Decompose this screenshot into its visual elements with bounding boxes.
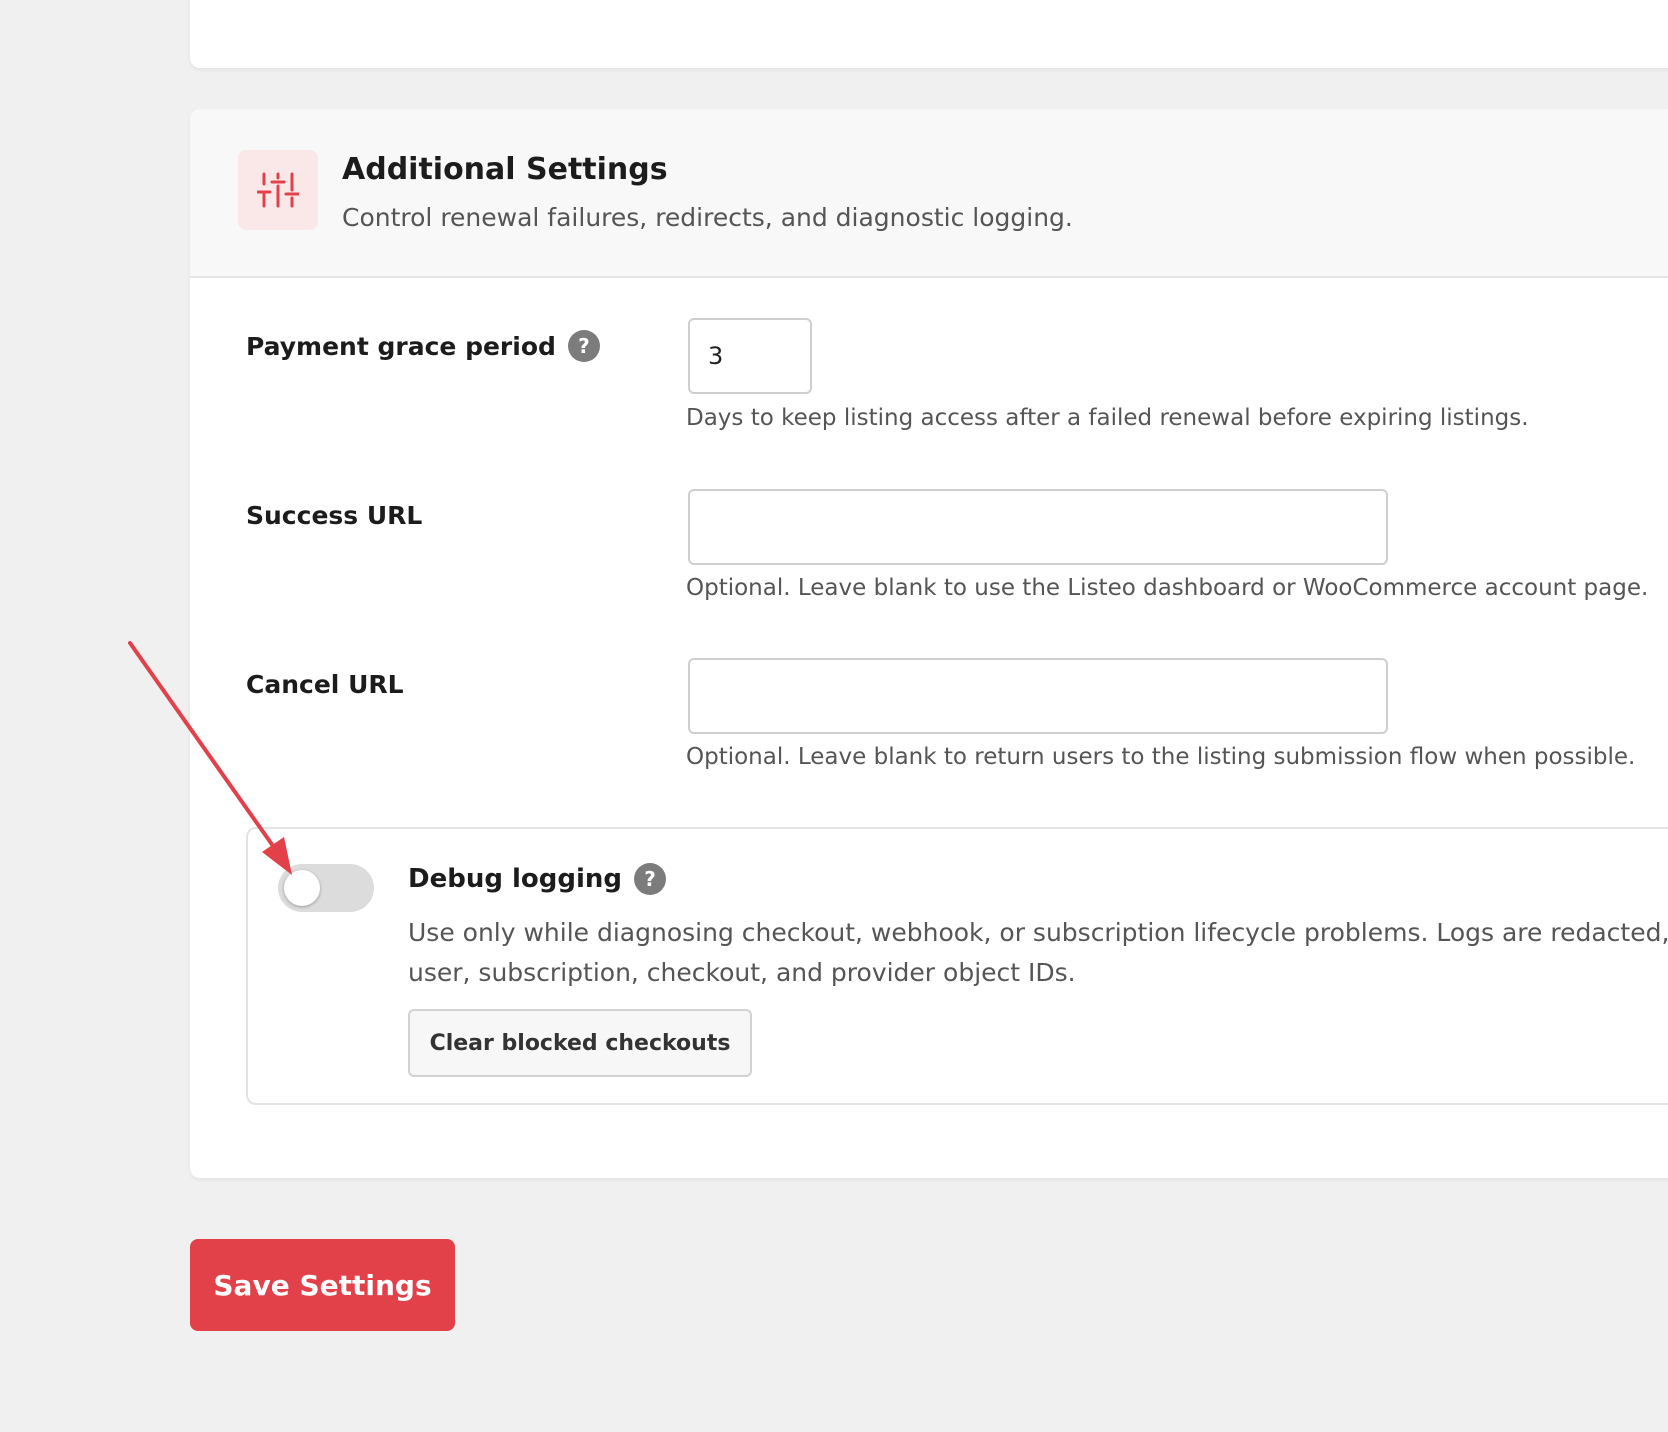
debug-logging-toggle[interactable] [278, 864, 374, 912]
success-url-input[interactable] [688, 489, 1388, 565]
section-subtitle: Control renewal failures, redirects, and… [342, 203, 1073, 232]
debug-logging-panel: Debug logging ? Use only while diagnosin… [246, 827, 1668, 1105]
debug-description-line: Use only while diagnosing checkout, webh… [408, 918, 1668, 947]
card-header: Additional Settings Control renewal fail… [190, 109, 1668, 278]
grace-period-label-text: Payment grace period [246, 331, 556, 361]
success-url-label: Success URL [246, 501, 422, 530]
cancel-url-input[interactable] [688, 658, 1388, 734]
clear-blocked-checkouts-button[interactable]: Clear blocked checkouts [408, 1009, 752, 1077]
grace-period-label: Payment grace period ? [246, 330, 600, 362]
help-icon[interactable]: ? [567, 330, 600, 362]
grace-period-help: Days to keep listing access after a fail… [686, 405, 1529, 431]
debug-logging-title-text: Debug logging [408, 864, 623, 894]
settings-page: Additional Settings Control renewal fail… [0, 0, 1668, 1432]
save-settings-button[interactable]: Save Settings [190, 1239, 455, 1331]
grace-period-input[interactable] [688, 318, 812, 394]
debug-description-line: user, subscription, checkout, and provid… [408, 958, 1076, 987]
help-icon[interactable]: ? [634, 863, 667, 895]
cancel-url-label: Cancel URL [246, 670, 404, 699]
sliders-icon [238, 150, 318, 230]
success-url-help: Optional. Leave blank to use the Listeo … [686, 575, 1649, 601]
debug-logging-description: Use only while diagnosing checkout, webh… [408, 913, 1668, 993]
debug-logging-title: Debug logging ? [408, 863, 667, 895]
cancel-url-label-text: Cancel URL [246, 670, 404, 699]
toggle-knob [284, 870, 320, 906]
additional-settings-card: Additional Settings Control renewal fail… [190, 109, 1668, 1178]
cancel-url-help: Optional. Leave blank to return users to… [686, 744, 1636, 770]
section-title: Additional Settings [342, 152, 668, 187]
previous-settings-card [190, 0, 1668, 68]
success-url-label-text: Success URL [246, 501, 423, 530]
